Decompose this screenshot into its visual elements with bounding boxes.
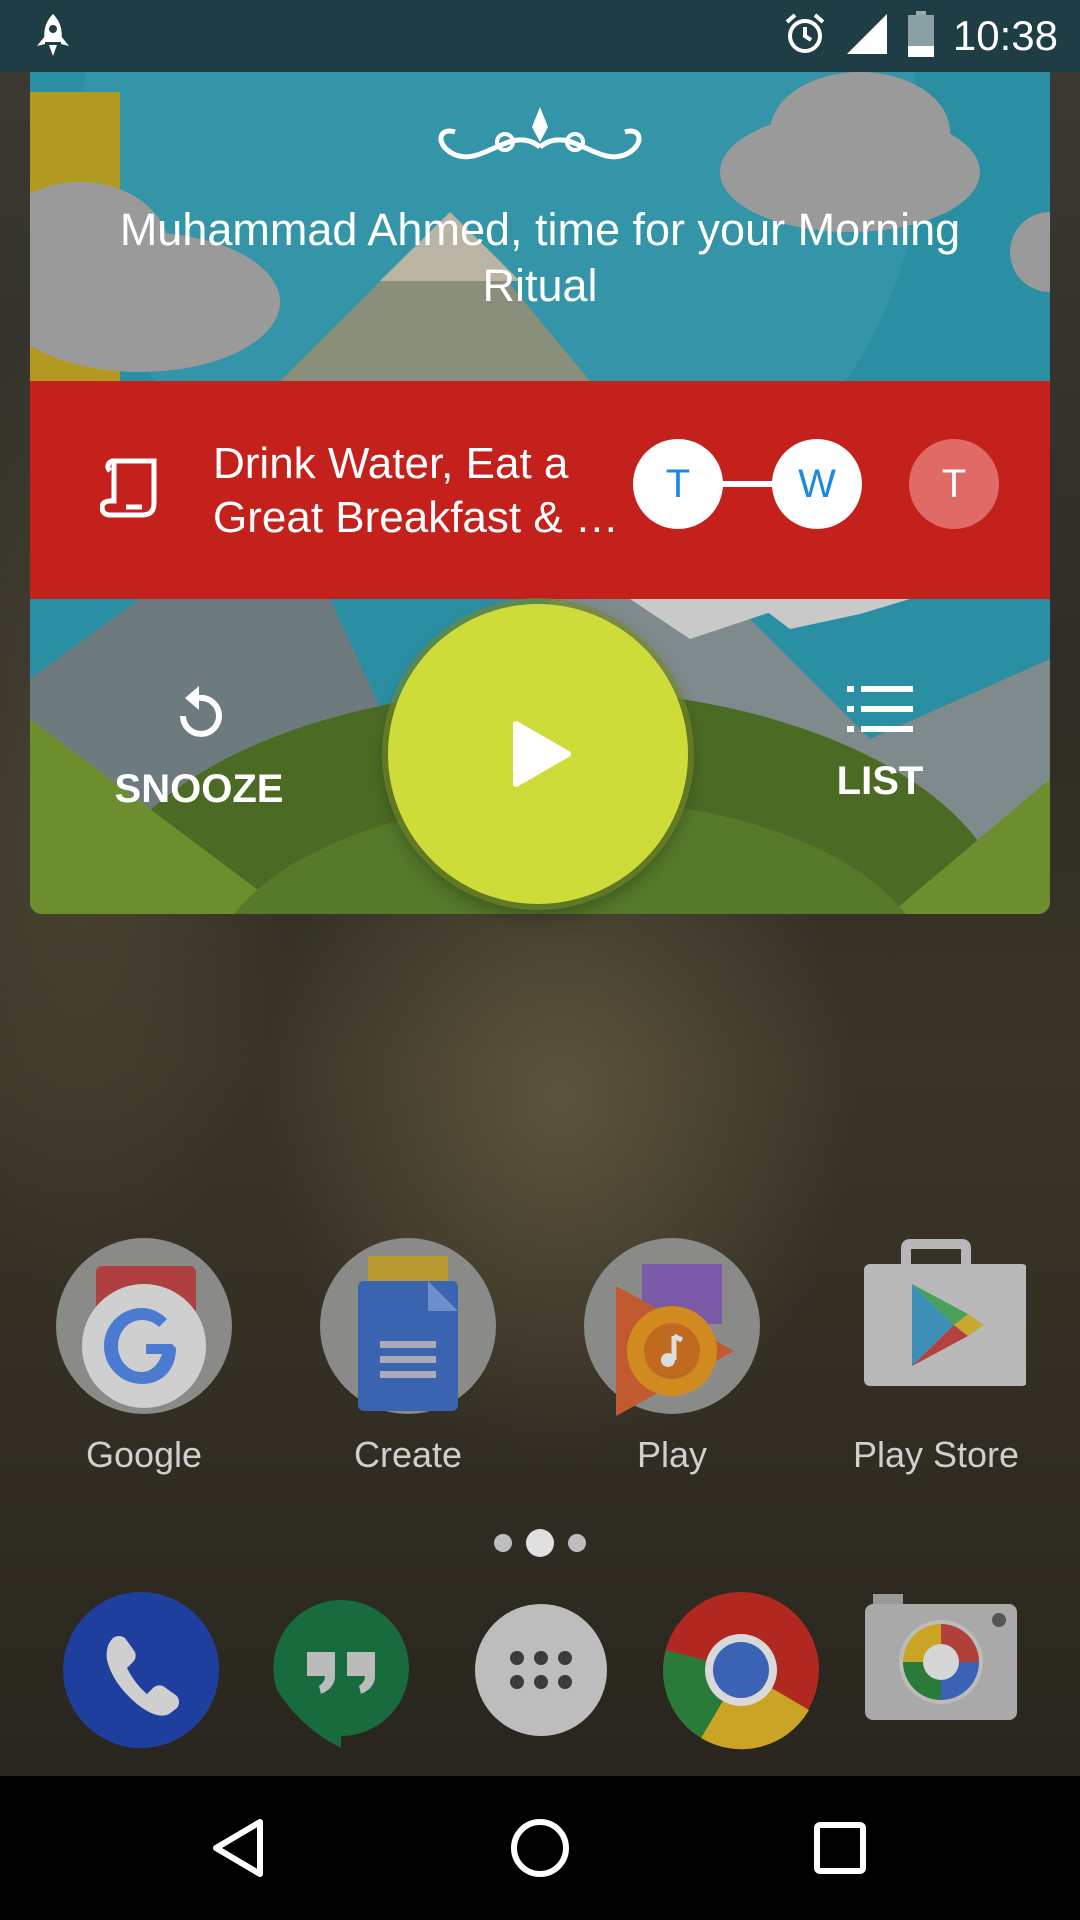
docs-folder-icon bbox=[318, 1236, 498, 1416]
google-folder-icon bbox=[54, 1236, 234, 1416]
list-icon bbox=[847, 686, 913, 740]
play-music-folder-icon bbox=[582, 1236, 762, 1416]
app-create-folder[interactable]: Create bbox=[308, 1236, 508, 1476]
app-play-store[interactable]: Play Store bbox=[836, 1236, 1036, 1476]
app-label: Play Store bbox=[852, 1434, 1020, 1475]
day-indicator: T bbox=[633, 439, 723, 529]
snooze-label: SNOOZE bbox=[114, 767, 284, 811]
day-indicator: T bbox=[909, 439, 999, 529]
status-bar: 10:38 bbox=[0, 0, 1080, 72]
rocket-icon bbox=[30, 12, 76, 65]
replay-icon bbox=[171, 686, 227, 748]
play-icon bbox=[513, 721, 571, 787]
app-label: Create bbox=[353, 1434, 463, 1475]
signal-icon bbox=[845, 12, 889, 61]
back-icon[interactable] bbox=[170, 1796, 310, 1900]
page-indicator bbox=[490, 1528, 590, 1558]
hangouts-icon[interactable] bbox=[261, 1590, 421, 1750]
play-button[interactable] bbox=[388, 604, 688, 904]
snooze-button[interactable]: SNOOZE bbox=[99, 684, 299, 812]
habit-row[interactable]: Drink Water, Eat a Great Breakfast & … T… bbox=[30, 381, 1050, 599]
list-button[interactable]: LIST bbox=[780, 684, 980, 804]
app-label: Play bbox=[636, 1434, 708, 1475]
play-store-icon bbox=[846, 1236, 1028, 1416]
day-connector bbox=[720, 481, 780, 487]
app-drawer-icon[interactable] bbox=[461, 1590, 621, 1750]
ornament-icon bbox=[420, 102, 660, 187]
battery-icon bbox=[907, 10, 935, 63]
app-play-folder[interactable]: Play bbox=[572, 1236, 772, 1476]
scroll-icon bbox=[99, 455, 160, 526]
status-clock: 10:38 bbox=[952, 12, 1058, 59]
navigation-bar bbox=[0, 1776, 1080, 1920]
recents-icon[interactable] bbox=[770, 1796, 910, 1900]
habit-title: Drink Water, Eat a Great Breakfast & … bbox=[213, 439, 619, 542]
app-label: Google bbox=[85, 1434, 203, 1475]
home-icon[interactable] bbox=[470, 1796, 610, 1900]
alarm-icon bbox=[783, 12, 827, 61]
card-header-illustration: Muhammad Ahmed, time for your Morning Ri… bbox=[30, 72, 1050, 381]
ritual-title: Muhammad Ahmed, time for your Morning Ri… bbox=[119, 204, 961, 311]
camera-icon[interactable] bbox=[861, 1590, 1021, 1750]
app-google-folder[interactable]: Google bbox=[44, 1236, 244, 1476]
list-label: LIST bbox=[836, 759, 924, 803]
phone-icon[interactable] bbox=[61, 1590, 221, 1750]
ritual-card[interactable]: Muhammad Ahmed, time for your Morning Ri… bbox=[30, 72, 1050, 914]
chrome-icon[interactable] bbox=[661, 1590, 821, 1750]
day-indicator: W bbox=[772, 439, 862, 529]
